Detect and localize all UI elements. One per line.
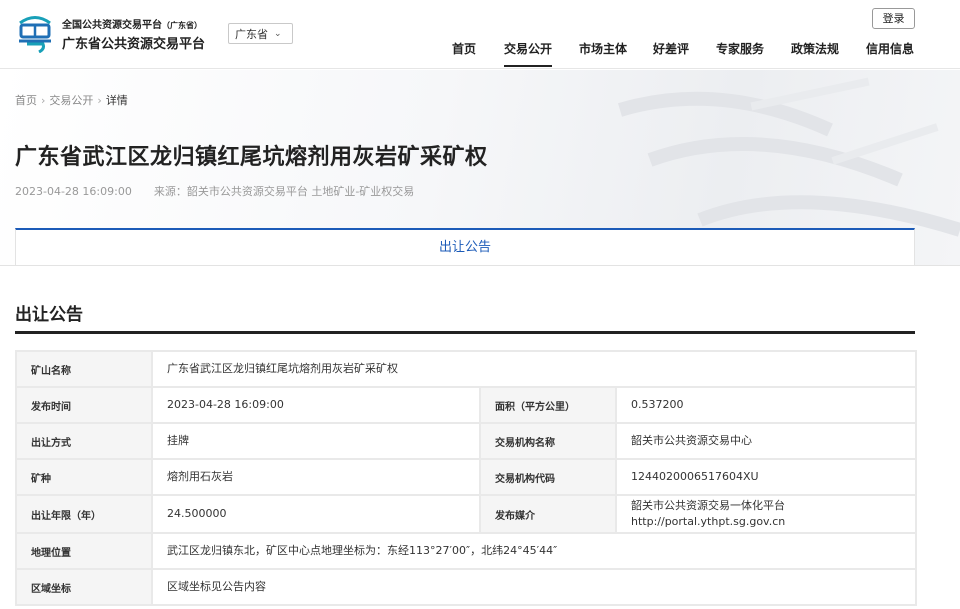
chevron-down-icon: ⌄: [274, 28, 282, 39]
table-row: 出让方式 挂牌 交易机构名称 韶关市公共资源交易中心: [15, 422, 917, 460]
nav-review[interactable]: 好差评: [653, 40, 689, 67]
mine-name-label: 矿山名称: [15, 350, 153, 388]
nav-market-entity[interactable]: 市场主体: [579, 40, 627, 67]
brand-subtitle: 全国公共资源交易平台（广东省）: [62, 20, 202, 31]
coords-value: 区域坐标见公告内容: [151, 568, 917, 606]
site-header: 全国公共资源交易平台（广东省） 广东省公共资源交易平台 广东省 ⌄ 登录 首页 …: [0, 0, 960, 69]
section-title: 出让公告: [15, 305, 83, 325]
breadcrumb-home[interactable]: 首页: [15, 94, 37, 107]
section-divider: [15, 331, 915, 334]
mineral-label: 矿种: [15, 458, 153, 496]
method-value: 挂牌: [151, 422, 481, 460]
term-value: 24.500000: [151, 494, 481, 534]
location-value: 武江区龙归镇东北，矿区中心点地理坐标为：东经113°27′00″，北纬24°45…: [151, 532, 917, 570]
breadcrumb-current: 详情: [105, 94, 128, 107]
method-label: 出让方式: [15, 422, 153, 460]
publish-datetime: 2023-04-28 16:09:00: [15, 185, 132, 198]
tab-transfer-notice[interactable]: 出让公告: [16, 230, 914, 265]
article-source: 来源：韶关市公共资源交易平台 土地矿业-矿业权交易: [153, 185, 415, 198]
brand-title[interactable]: 广东省公共资源交易平台: [62, 33, 205, 52]
yue-logo-icon[interactable]: [15, 13, 55, 53]
mine-name-value: 广东省武江区龙归镇红尾坑熔剂用灰岩矿采矿权: [151, 350, 917, 388]
nav-expert-service[interactable]: 专家服务: [716, 40, 764, 67]
agency-name-value: 韶关市公共资源交易中心: [615, 422, 917, 460]
area-label: 面积（平方公里）: [479, 386, 617, 424]
nav-home[interactable]: 首页: [452, 40, 476, 67]
nav-credit[interactable]: 信用信息: [866, 40, 914, 67]
table-row: 出让年限（年） 24.500000 发布媒介 韶关市公共资源交易一体化平台 ht…: [15, 494, 917, 534]
table-row: 区域坐标 区域坐标见公告内容: [15, 568, 917, 606]
coords-label: 区域坐标: [15, 568, 153, 606]
agency-code-value: 1244020006517604XU: [615, 458, 917, 496]
table-row: 地理位置 武江区龙归镇东北，矿区中心点地理坐标为：东经113°27′00″，北纬…: [15, 532, 917, 570]
breadcrumb-section[interactable]: 交易公开: [49, 94, 93, 107]
table-row: 矿山名称 广东省武江区龙归镇红尾坑熔剂用灰岩矿采矿权: [15, 350, 917, 388]
nav-policy[interactable]: 政策法规: [791, 40, 839, 67]
mining-rights-table: 矿山名称 广东省武江区龙归镇红尾坑熔剂用灰岩矿采矿权 发布时间 2023-04-…: [15, 350, 917, 606]
agency-name-label: 交易机构名称: [479, 422, 617, 460]
publish-time-label: 发布时间: [15, 386, 153, 424]
table-row: 发布时间 2023-04-28 16:09:00 面积（平方公里） 0.5372…: [15, 386, 917, 424]
breadcrumb: 首页 › 交易公开 › 详情: [15, 94, 128, 107]
nav-trade-public[interactable]: 交易公开: [504, 40, 553, 67]
mineral-value: 熔剂用石灰岩: [151, 458, 481, 496]
media-value[interactable]: 韶关市公共资源交易一体化平台 http://portal.ythpt.sg.go…: [615, 494, 917, 534]
article-meta: 2023-04-28 16:09:00 来源：韶关市公共资源交易平台 土地矿业-矿…: [15, 183, 414, 199]
media-label: 发布媒介: [479, 494, 617, 534]
area-value: 0.537200: [615, 386, 917, 424]
table-row: 矿种 熔剂用石灰岩 交易机构代码 1244020006517604XU: [15, 458, 917, 496]
login-button[interactable]: 登录: [872, 8, 915, 29]
detail-banner: 首页 › 交易公开 › 详情 广东省武江区龙归镇红尾坑熔剂用灰岩矿采矿权 2023-04…: [0, 70, 960, 266]
term-label: 出让年限（年）: [15, 494, 153, 534]
location-label: 地理位置: [15, 532, 153, 570]
publish-time-value: 2023-04-28 16:09:00: [151, 386, 481, 424]
agency-code-label: 交易机构代码: [479, 458, 617, 496]
region-select-value: 广东省: [235, 27, 268, 41]
region-select[interactable]: 广东省 ⌄: [228, 23, 293, 44]
page-title: 广东省武江区龙归镇红尾坑熔剂用灰岩矿采矿权: [15, 145, 488, 170]
tab-bar: 出让公告: [15, 228, 915, 265]
